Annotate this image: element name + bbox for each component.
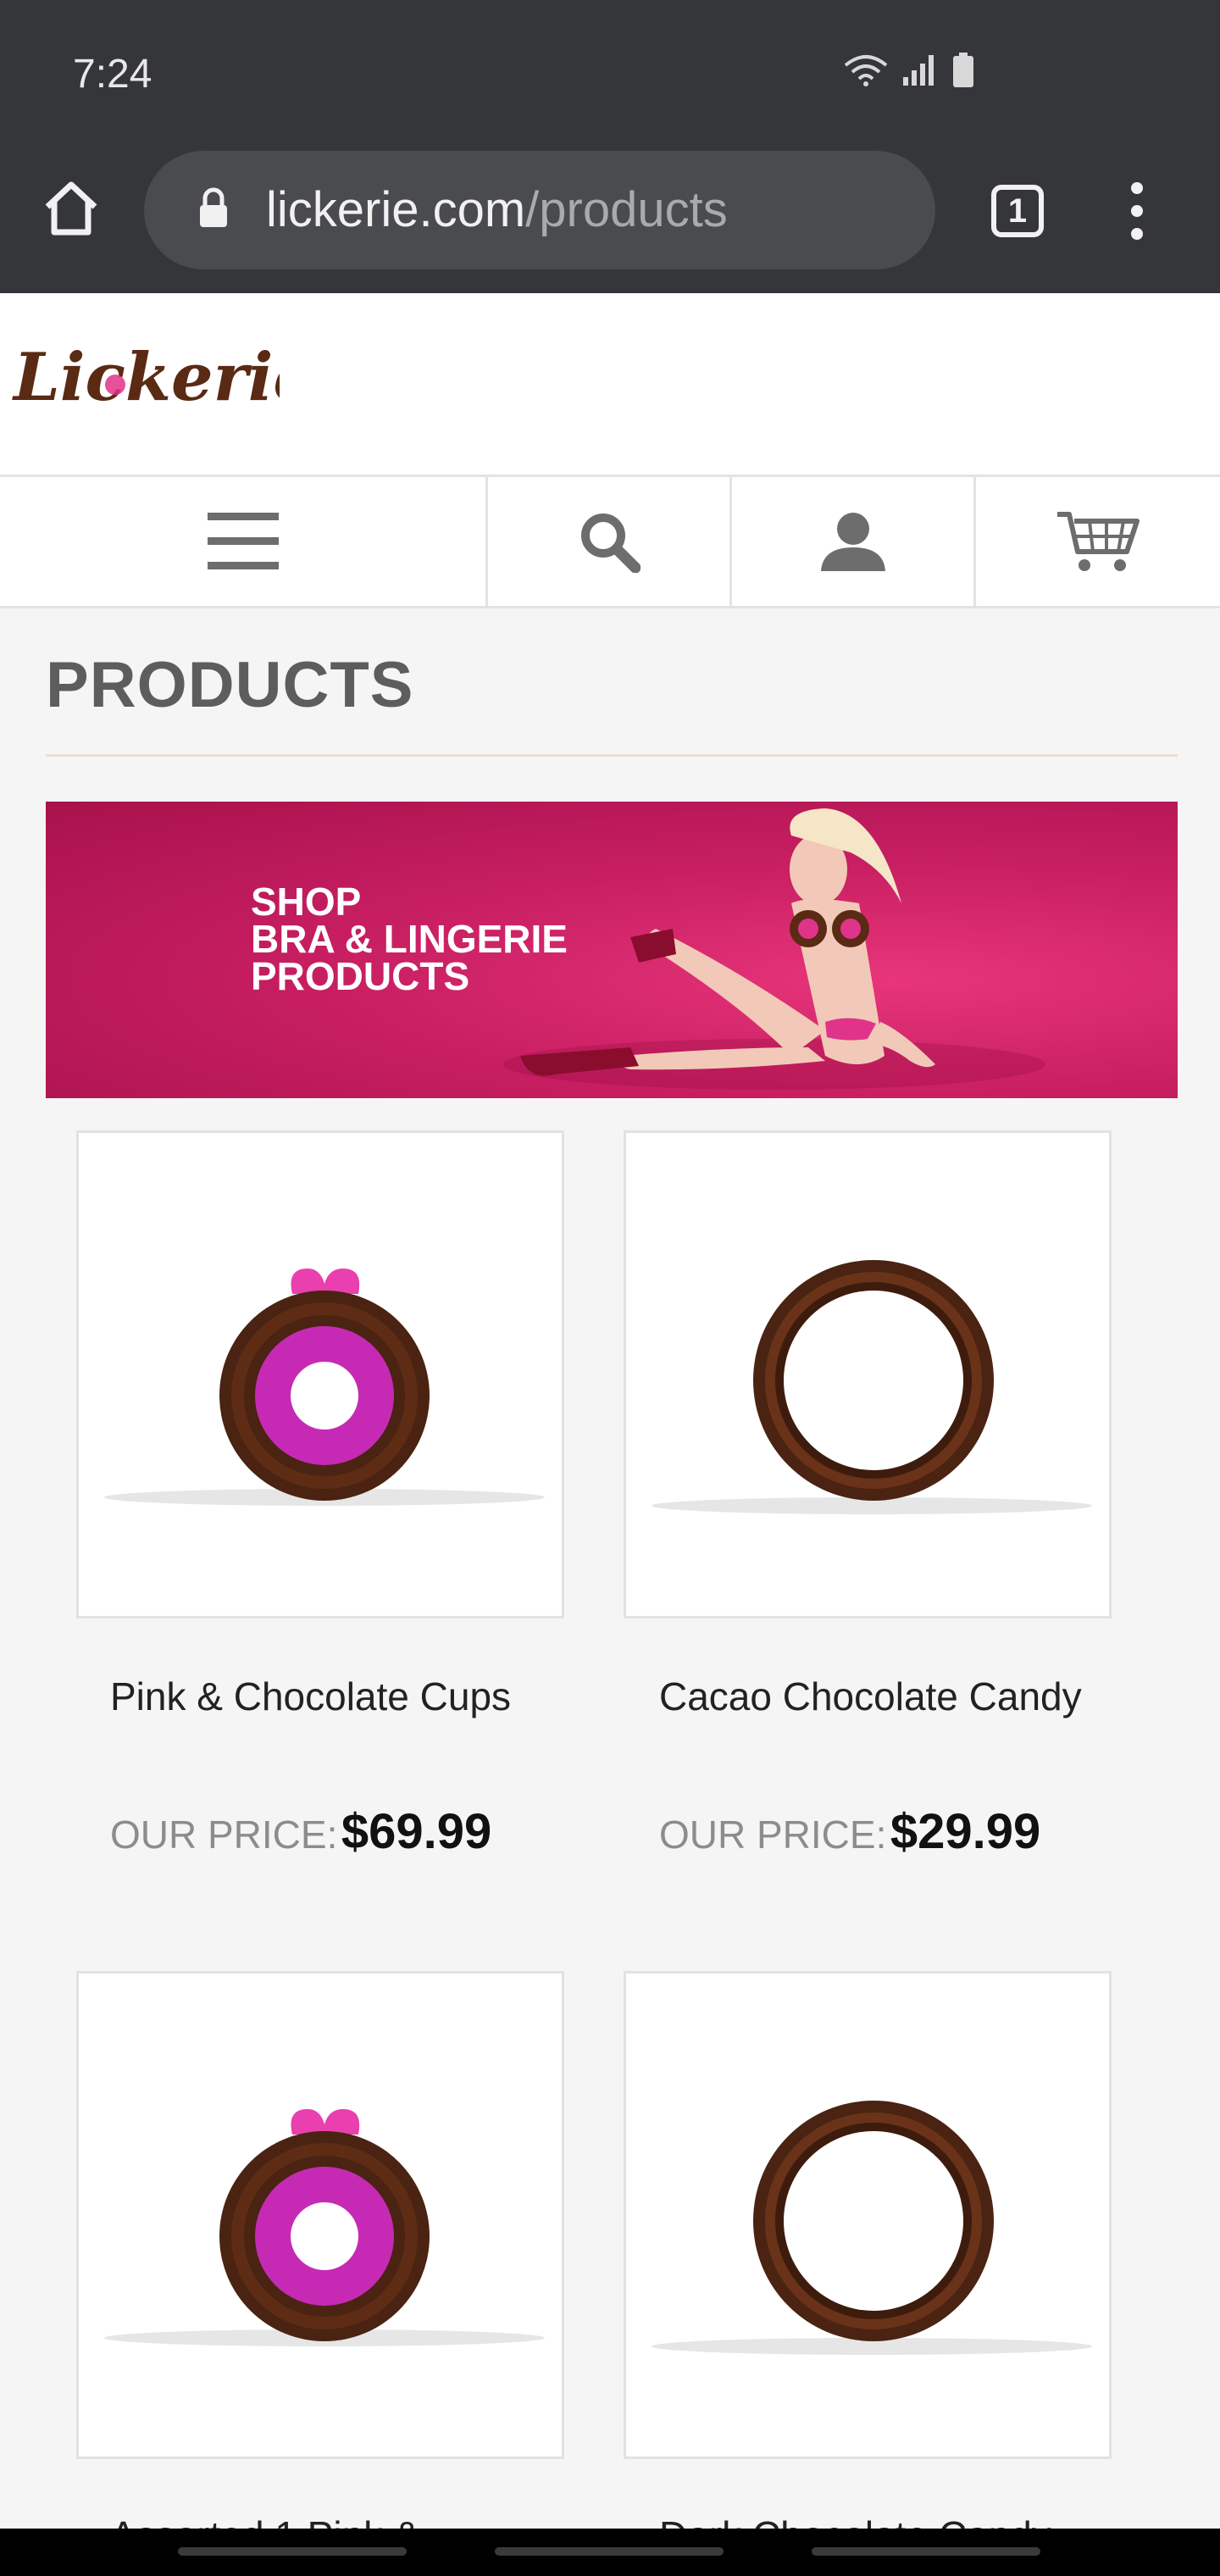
product-image[interactable] bbox=[624, 1971, 1112, 2459]
product-price-row: OUR PRICE: $29.99 bbox=[659, 1803, 1040, 1860]
banner-line: PRODUCTS bbox=[251, 954, 470, 998]
price-value: $69.99 bbox=[341, 1804, 492, 1859]
signal-icon bbox=[903, 55, 934, 86]
candy-cups-image bbox=[104, 1269, 545, 1506]
product-image[interactable] bbox=[76, 1971, 564, 2459]
lock-icon bbox=[200, 187, 227, 227]
banner-line: SHOP bbox=[251, 880, 362, 924]
page-title: PRODUCTS bbox=[46, 649, 414, 721]
banner-line: BRA & LINGERIE bbox=[251, 917, 568, 961]
banner-text: SHOP BRA & LINGERIE PRODUCTS bbox=[251, 880, 568, 998]
logo-text: Lickerie bbox=[12, 339, 280, 416]
nav-gesture-left[interactable] bbox=[178, 2547, 407, 2556]
more-vert-icon[interactable] bbox=[1118, 180, 1156, 242]
price-value: $29.99 bbox=[890, 1804, 1041, 1859]
nav-gesture-right[interactable] bbox=[812, 2547, 1040, 2556]
search-icon bbox=[580, 514, 640, 573]
home-icon[interactable] bbox=[41, 178, 102, 239]
candy-cups-image bbox=[104, 2109, 545, 2346]
product-image[interactable] bbox=[76, 1130, 564, 1618]
hamburger-icon bbox=[207, 513, 279, 569]
product-price-row: OUR PRICE: $69.99 bbox=[110, 1803, 491, 1860]
status-bar bbox=[0, 0, 1220, 144]
cart-button[interactable] bbox=[976, 477, 1220, 606]
search-button[interactable] bbox=[488, 477, 732, 606]
url-host: lickerie.com bbox=[266, 182, 526, 237]
wifi-icon bbox=[844, 55, 888, 86]
status-icons bbox=[844, 53, 974, 88]
site-logo[interactable]: Lickerie bbox=[8, 332, 280, 425]
product-name[interactable]: Cacao Chocolate Candy bbox=[659, 1668, 1083, 1725]
candy-ring-image bbox=[652, 2101, 1092, 2355]
cart-icon bbox=[1057, 512, 1140, 571]
tab-switcher-button[interactable]: 1 bbox=[991, 185, 1044, 237]
promo-banner[interactable] bbox=[46, 802, 1178, 1098]
battery-icon bbox=[953, 53, 973, 87]
product-image[interactable] bbox=[624, 1130, 1112, 1618]
candy-ring-image bbox=[652, 1260, 1092, 1514]
price-label: OUR PRICE: bbox=[110, 1813, 338, 1857]
price-label: OUR PRICE: bbox=[659, 1813, 887, 1857]
account-button[interactable] bbox=[732, 477, 976, 606]
menu-button[interactable] bbox=[0, 477, 488, 606]
nav-bar bbox=[0, 475, 1220, 608]
url-text[interactable]: lickerie.com/products bbox=[266, 181, 728, 238]
title-divider bbox=[46, 754, 1178, 757]
product-name[interactable]: Pink & Chocolate Cups bbox=[110, 1668, 534, 1725]
status-time: 7:24 bbox=[73, 52, 152, 97]
banner-model-image bbox=[503, 808, 1045, 1090]
user-icon bbox=[820, 513, 885, 571]
nav-gesture-home[interactable] bbox=[495, 2547, 724, 2556]
url-path: /products bbox=[525, 182, 728, 237]
